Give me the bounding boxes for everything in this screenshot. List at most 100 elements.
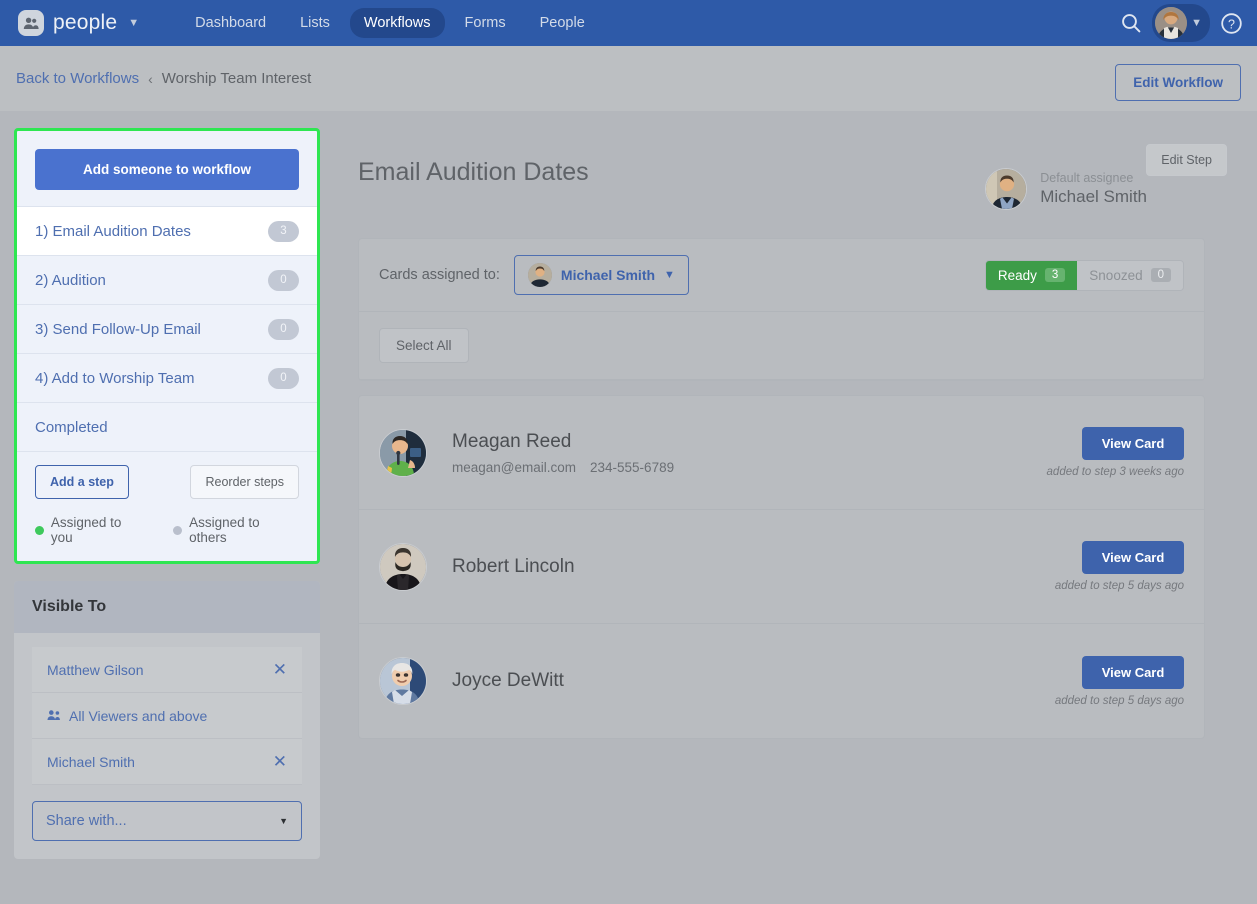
view-card-button[interactable]: View Card — [1082, 656, 1184, 689]
reorder-steps-button[interactable]: Reorder steps — [190, 465, 299, 499]
breadcrumb-current: Worship Team Interest — [162, 70, 312, 87]
nav-link-lists[interactable]: Lists — [286, 8, 344, 38]
add-someone-to-workflow-button[interactable]: Add someone to workflow — [35, 149, 299, 190]
visible-to-entry-michael-smith[interactable]: Michael Smith ✕ — [32, 739, 302, 785]
cards-assigned-filter: Cards assigned to: Michael Smith ▼ — [379, 255, 689, 295]
chevron-down-icon: ▼ — [664, 269, 675, 281]
card-actions: View Card added to step 3 weeks ago — [1047, 427, 1184, 478]
close-icon[interactable]: ✕ — [273, 753, 287, 770]
share-with-select[interactable]: Share with... ▼ — [32, 801, 302, 841]
nav-link-people[interactable]: People — [526, 8, 599, 38]
status-dot-icon — [173, 526, 182, 535]
cards-list-panel: Meagan Reed meagan@email.com 234-555-678… — [358, 395, 1205, 739]
person-phone: 234-555-6789 — [590, 460, 674, 475]
primary-nav: Dashboard Lists Workflows Forms People — [181, 8, 599, 38]
card-added-meta: added to step 5 days ago — [1055, 580, 1184, 592]
chevron-down-icon: ▼ — [1191, 17, 1202, 29]
edit-step-button[interactable]: Edit Step — [1146, 144, 1227, 176]
people-logo-icon — [18, 10, 44, 36]
table-row[interactable]: Joyce DeWitt View Card added to step 5 d… — [359, 624, 1204, 738]
account-menu[interactable]: ▼ — [1152, 4, 1210, 42]
nav-link-workflows[interactable]: Workflows — [350, 8, 445, 38]
default-assignee-block: Default assignee Michael Smith — [985, 168, 1147, 210]
avatar — [985, 168, 1027, 210]
assignee-text: Default assignee Michael Smith — [1040, 171, 1147, 207]
chevron-left-icon: ‹ — [148, 71, 153, 87]
back-to-workflows-link[interactable]: Back to Workflows — [16, 70, 139, 87]
tab-count-badge: 0 — [1151, 268, 1171, 282]
step-label: 2) Audition — [35, 272, 106, 289]
card-actions: View Card added to step 5 days ago — [1055, 656, 1184, 707]
app-root: people ▼ Dashboard Lists Workflows Forms… — [0, 0, 1257, 904]
tab-label: Snoozed — [1089, 268, 1142, 283]
search-icon[interactable] — [1120, 12, 1142, 34]
breadcrumb-bar: Back to Workflows ‹ Worship Team Interes… — [0, 46, 1257, 111]
visible-to-entry-matthew-gilson[interactable]: Matthew Gilson ✕ — [32, 647, 302, 693]
person-email: meagan@email.com — [452, 460, 576, 475]
help-icon[interactable]: ? — [1220, 12, 1243, 35]
step-count-badge: 0 — [268, 319, 299, 340]
sidebar-step-2[interactable]: 2) Audition 0 — [17, 255, 317, 304]
top-navigation-bar: people ▼ Dashboard Lists Workflows Forms… — [0, 0, 1257, 46]
visible-to-list: Matthew Gilson ✕ All View — [14, 633, 320, 859]
step-label: 4) Add to Worship Team — [35, 370, 195, 387]
card-person-text: Robert Lincoln — [452, 556, 575, 578]
assignee-filter-name: Michael Smith — [561, 267, 655, 283]
select-all-row: Select All — [359, 312, 1204, 380]
sidebar-step-completed[interactable]: Completed — [17, 402, 317, 451]
assignee-filter-dropdown[interactable]: Michael Smith ▼ — [514, 255, 689, 295]
card-person: Joyce DeWitt — [379, 657, 1055, 705]
person-name: Meagan Reed — [452, 431, 674, 453]
page-title: Email Audition Dates — [358, 158, 589, 187]
entry-with-icon: All Viewers and above — [47, 708, 207, 724]
add-a-step-button[interactable]: Add a step — [35, 465, 129, 499]
entry-label: All Viewers and above — [69, 708, 207, 724]
avatar — [379, 543, 427, 591]
left-sidebar: Add someone to workflow 1) Email Auditio… — [14, 128, 320, 859]
select-all-button[interactable]: Select All — [379, 328, 469, 363]
chevron-down-icon[interactable]: ▼ — [128, 17, 139, 29]
nav-link-dashboard[interactable]: Dashboard — [181, 8, 280, 38]
share-with-placeholder: Share with... — [46, 813, 127, 829]
visible-to-title: Visible To — [14, 581, 320, 633]
nav-link-forms[interactable]: Forms — [451, 8, 520, 38]
tab-label: Ready — [998, 268, 1037, 283]
legend-label: Assigned to others — [189, 515, 299, 545]
close-icon[interactable]: ✕ — [273, 661, 287, 678]
card-person: Robert Lincoln — [379, 543, 1055, 591]
group-icon — [47, 708, 62, 724]
legend-assigned-to-others: Assigned to others — [173, 515, 299, 545]
visible-to-entry-all-viewers[interactable]: All Viewers and above — [32, 693, 302, 739]
assignment-legend: Assigned to you Assigned to others — [17, 499, 317, 561]
brand-logo[interactable]: people ▼ — [18, 10, 139, 36]
step-label: Completed — [35, 419, 108, 436]
ready-snoozed-toggle: Ready 3 Snoozed 0 — [985, 260, 1184, 291]
tab-snoozed[interactable]: Snoozed 0 — [1077, 261, 1183, 290]
step-count-badge: 0 — [268, 270, 299, 291]
person-contact: meagan@email.com 234-555-6789 — [452, 460, 674, 475]
workflow-steps-card: Add someone to workflow 1) Email Auditio… — [14, 128, 320, 564]
card-person: Meagan Reed meagan@email.com 234-555-678… — [379, 429, 1047, 477]
step-header: Email Audition Dates Edit Step Default a… — [320, 128, 1243, 238]
sidebar-step-3[interactable]: 3) Send Follow-Up Email 0 — [17, 304, 317, 353]
avatar — [379, 657, 427, 705]
sidebar-step-4[interactable]: 4) Add to Worship Team 0 — [17, 353, 317, 402]
avatar — [1155, 7, 1187, 39]
main-content: Email Audition Dates Edit Step Default a… — [320, 128, 1243, 884]
person-name: Robert Lincoln — [452, 556, 575, 578]
table-row[interactable]: Robert Lincoln View Card added to step 5… — [359, 510, 1204, 624]
card-actions: View Card added to step 5 days ago — [1055, 541, 1184, 592]
sidebar-step-1[interactable]: 1) Email Audition Dates 3 — [17, 206, 317, 255]
tab-count-badge: 3 — [1045, 268, 1065, 282]
visible-to-card: Visible To Matthew Gilson ✕ — [14, 581, 320, 859]
step-label: 3) Send Follow-Up Email — [35, 321, 201, 338]
card-person-text: Meagan Reed meagan@email.com 234-555-678… — [452, 431, 674, 475]
step-count-badge: 0 — [268, 368, 299, 389]
edit-workflow-button[interactable]: Edit Workflow — [1115, 64, 1241, 101]
view-card-button[interactable]: View Card — [1082, 427, 1184, 460]
default-assignee-name: Michael Smith — [1040, 187, 1147, 207]
tab-ready[interactable]: Ready 3 — [986, 261, 1077, 290]
table-row[interactable]: Meagan Reed meagan@email.com 234-555-678… — [359, 396, 1204, 510]
view-card-button[interactable]: View Card — [1082, 541, 1184, 574]
default-assignee-label: Default assignee — [1040, 171, 1147, 185]
